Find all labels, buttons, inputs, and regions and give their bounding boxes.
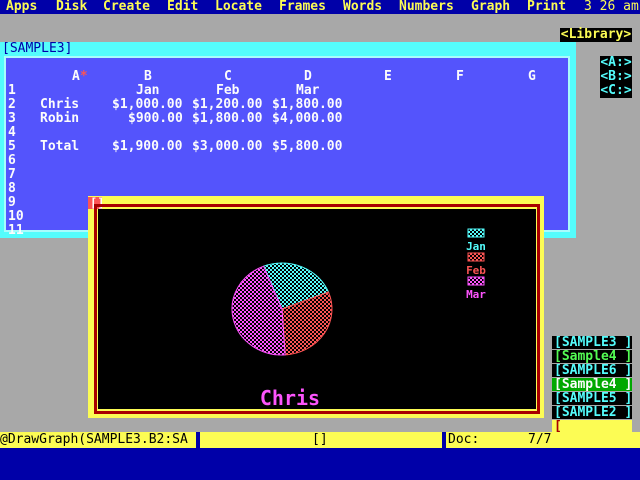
- menu-words[interactable]: Words: [343, 0, 382, 14]
- value-cell[interactable]: $4,000.00: [272, 112, 342, 126]
- doc-pages: 7/7: [528, 432, 552, 447]
- row-number[interactable]: 6: [8, 154, 16, 168]
- chart-legend: Jan Feb Mar: [466, 228, 486, 301]
- column-header-d[interactable]: D: [304, 70, 312, 84]
- library-button[interactable]: <Library>: [560, 28, 632, 42]
- row-number[interactable]: 3: [8, 112, 16, 126]
- header-cell-feb[interactable]: Feb: [216, 84, 239, 98]
- drive-a-button[interactable]: <A:>: [600, 56, 632, 70]
- window-list-item[interactable]: [SAMPLE5 ]: [552, 392, 632, 406]
- spreadsheet-title[interactable]: [SAMPLE3]: [2, 42, 72, 56]
- label-cell[interactable]: Total: [40, 140, 79, 154]
- menu-graph[interactable]: Graph: [471, 0, 510, 14]
- header-cell-mar[interactable]: Mar: [296, 84, 319, 98]
- bottom-bar: [0, 448, 640, 480]
- menu-print[interactable]: Print: [527, 0, 566, 14]
- label-cell[interactable]: Chris: [40, 98, 79, 112]
- status-bar: @DrawGraph(SAMPLE3.B2:SA [] Doc: 7/7: [0, 432, 640, 448]
- row-number[interactable]: 8: [8, 182, 16, 196]
- window-list-item[interactable]: [Sample4 ]: [552, 350, 632, 364]
- legend-swatch-mar: [467, 276, 485, 286]
- value-cell[interactable]: $5,800.00: [272, 140, 342, 154]
- window-list-item[interactable]: [Sample4 ]: [552, 378, 632, 392]
- row-number[interactable]: 5: [8, 140, 16, 154]
- clock: 3 26 am: [584, 0, 639, 14]
- column-header-e[interactable]: E: [384, 70, 392, 84]
- column-header-a[interactable]: A*: [72, 70, 88, 84]
- menu-locate[interactable]: Locate: [215, 0, 262, 14]
- frame-indicator: []: [312, 432, 328, 447]
- menu-numbers[interactable]: Numbers: [399, 0, 454, 14]
- value-cell[interactable]: $3,000.00: [192, 140, 262, 154]
- header-cell-jan[interactable]: Jan: [136, 84, 159, 98]
- status-divider: [196, 432, 200, 448]
- column-header-g[interactable]: G: [528, 70, 536, 84]
- chart-area: Jan Feb Mar Chris: [98, 209, 536, 409]
- pie-slices: [231, 262, 333, 356]
- value-cell[interactable]: $1,900.00: [112, 140, 182, 154]
- value-cell[interactable]: $1,000.00: [112, 98, 182, 112]
- legend-label-feb: Feb: [466, 264, 486, 277]
- window-list-item[interactable]: [SAMPLE3 ]: [552, 336, 632, 350]
- menu-bar: Apps Disk Create Edit Locate Frames Word…: [0, 0, 640, 14]
- menu-create[interactable]: Create: [103, 0, 150, 14]
- row-number[interactable]: 9: [8, 196, 16, 210]
- label-cell[interactable]: Robin: [40, 112, 79, 126]
- command-line[interactable]: @DrawGraph(SAMPLE3.B2:SA: [0, 433, 188, 447]
- row-number[interactable]: 7: [8, 168, 16, 182]
- row-number[interactable]: 10: [8, 210, 24, 224]
- value-cell[interactable]: $1,200.00: [192, 98, 262, 112]
- legend-label-jan: Jan: [466, 240, 486, 253]
- window-list-item[interactable]: [SAMPLE6 ]: [552, 364, 632, 378]
- value-cell[interactable]: $1,800.00: [192, 112, 262, 126]
- row-number[interactable]: 1: [8, 84, 16, 98]
- status-divider: [442, 432, 446, 448]
- menu-edit[interactable]: Edit: [167, 0, 198, 14]
- value-cell[interactable]: $900.00: [128, 112, 183, 126]
- column-header-c[interactable]: C: [224, 70, 232, 84]
- cell-cursor-marker: *: [79, 69, 88, 84]
- drive-b-button[interactable]: <B:>: [600, 70, 632, 84]
- row-number[interactable]: 11: [8, 224, 24, 238]
- column-header-b[interactable]: B: [144, 70, 152, 84]
- legend-label-mar: Mar: [466, 288, 486, 301]
- value-cell[interactable]: $1,800.00: [272, 98, 342, 112]
- legend-swatch-jan: [467, 228, 485, 238]
- row-number[interactable]: 2: [8, 98, 16, 112]
- drive-c-button[interactable]: <C:>: [600, 84, 632, 98]
- doc-label: Doc:: [448, 432, 480, 447]
- pie-chart: Jan Feb Mar Chris: [231, 228, 486, 409]
- window-list-item[interactable]: [SAMPLE2 ]: [552, 406, 632, 420]
- row-number[interactable]: 4: [8, 126, 16, 140]
- menu-frames[interactable]: Frames: [279, 0, 326, 14]
- menu-apps[interactable]: Apps: [6, 0, 37, 14]
- menu-disk[interactable]: Disk: [56, 0, 87, 14]
- chart-caption: Chris: [260, 386, 320, 409]
- column-header-f[interactable]: F: [456, 70, 464, 84]
- legend-swatch-feb: [467, 252, 485, 262]
- chart-frame[interactable]: [] Jan Feb Mar Chris: [88, 196, 544, 418]
